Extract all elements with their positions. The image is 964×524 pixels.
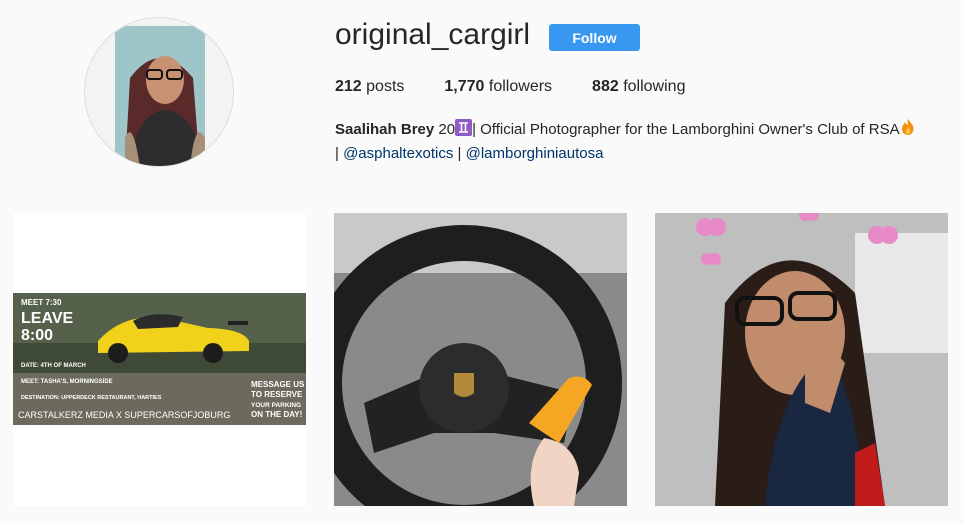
bio-link-lamborghiniautosa[interactable]: @lamborghiniautosa	[466, 145, 604, 162]
gemini-emoji-icon	[455, 119, 473, 136]
poster-meet-time: MEET 7:30	[21, 298, 62, 307]
follow-button[interactable]: Follow	[549, 24, 640, 51]
poster-leave-time: 8:00	[21, 327, 53, 344]
followers-stat[interactable]: 1,770 followers	[444, 78, 552, 96]
followers-count: 1,770	[444, 78, 485, 95]
profile-bio: Saalihah Brey 20 | Official Photographer …	[335, 118, 955, 166]
following-label: following	[623, 78, 686, 95]
avatar-image	[85, 18, 233, 166]
post-tile-poster[interactable]: MEET 7:30 LEAVE 8:00 DATE: 4TH OF MARCH …	[13, 213, 306, 506]
posts-stat: 212 posts	[335, 78, 404, 96]
poster-leave-word: LEAVE	[21, 310, 73, 327]
selfie-image	[655, 213, 948, 506]
poster-message-line3: YOUR PARKING	[251, 402, 301, 409]
profile-full-name: Saalihah Brey	[335, 121, 435, 138]
bio-separator: |	[457, 145, 462, 162]
poster-date: DATE: 4TH OF MARCH	[21, 363, 86, 369]
bio-text: | Official Photographer for the Lamborgh…	[472, 121, 900, 138]
post-tile-steering-wheel[interactable]	[334, 213, 627, 506]
profile-stats: 212 posts 1,770 followers 882 following	[335, 78, 725, 96]
poster-message-line1: MESSAGE US	[251, 380, 305, 389]
bio-age: 20	[438, 121, 456, 138]
poster-meet-place: MEET: TASHA'S, MORNINGSIDE	[21, 379, 113, 385]
following-stat[interactable]: 882 following	[592, 78, 685, 96]
poster-destination: DESTINATION: UPPERDECK RESTAURANT, HARTI…	[21, 395, 162, 401]
bio-separator: |	[335, 145, 339, 162]
fire-emoji-icon	[900, 118, 916, 136]
poster-message-line4: ON THE DAY!	[251, 410, 302, 419]
bio-link-asphaltexotics[interactable]: @asphaltexotics	[343, 145, 453, 162]
poster-image: MEET 7:30 LEAVE 8:00 DATE: 4TH OF MARCH …	[13, 213, 306, 506]
poster-message-line2: TO RESERVE	[251, 390, 303, 399]
steering-wheel-image	[334, 213, 627, 506]
poster-footer: CARSTALKERZ MEDIA X SUPERCARSOFJOBURG	[18, 410, 230, 420]
post-tile-selfie[interactable]	[655, 213, 948, 506]
followers-label: followers	[488, 78, 553, 95]
following-count: 882	[592, 78, 619, 95]
posts-count: 212	[335, 78, 362, 95]
posts-label: posts	[366, 78, 405, 95]
profile-avatar[interactable]	[84, 17, 234, 167]
profile-username: original_cargirl	[335, 18, 531, 51]
